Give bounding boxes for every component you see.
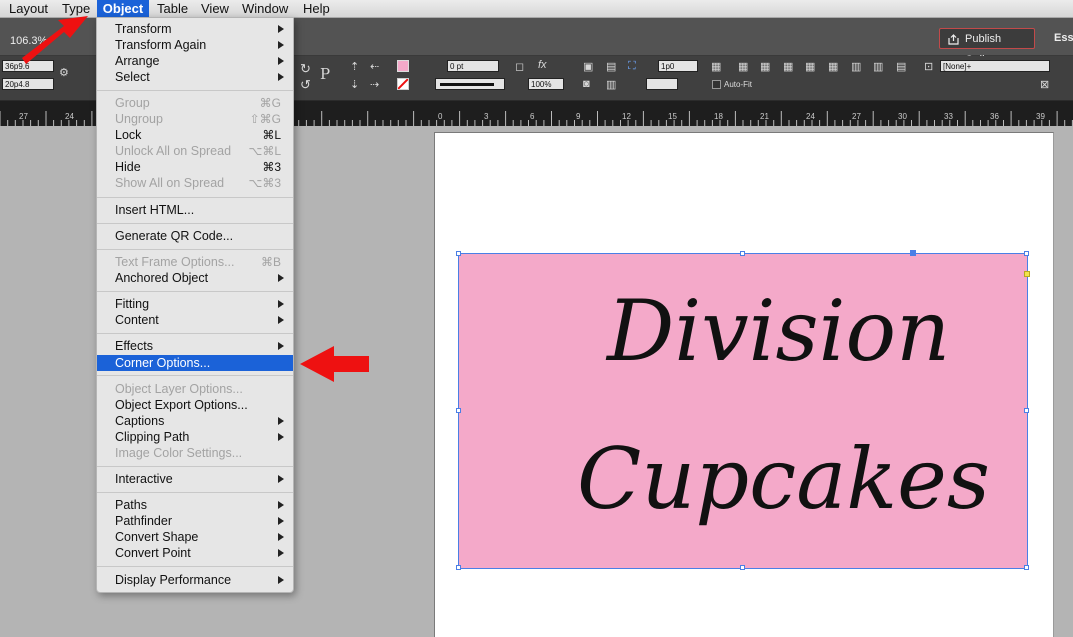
annotation-arrow-corner-options-icon	[300, 346, 369, 382]
annotation-arrow-object-menu-icon	[22, 16, 88, 64]
annotation-layer	[22, 16, 369, 382]
